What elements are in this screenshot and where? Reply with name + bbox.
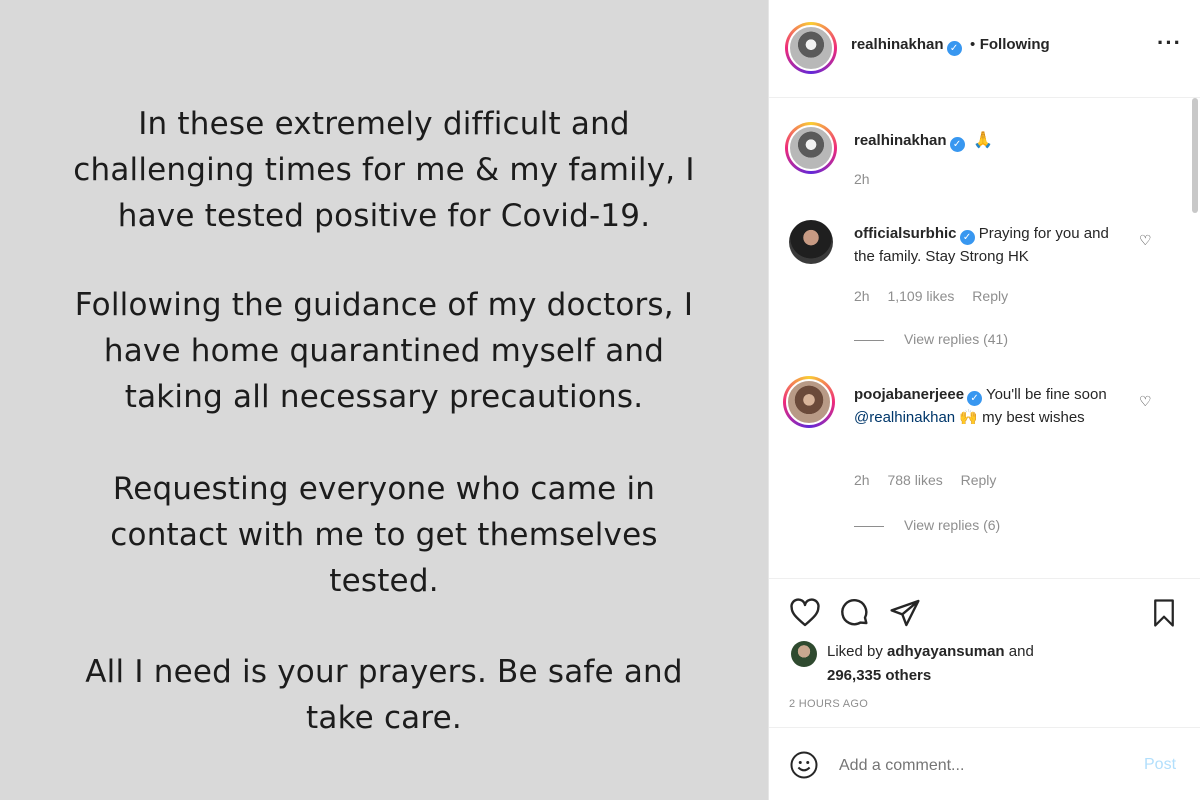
caption-text: 🙏: [973, 132, 993, 149]
comment-likes[interactable]: 1,109 likes: [887, 288, 954, 304]
post-comment-button[interactable]: Post: [1144, 756, 1176, 774]
post-text-paragraph-2: Following the guidance of my doctors, I …: [74, 287, 694, 415]
post-actions: Liked by adhyayansuman and 296,335 other…: [769, 578, 1200, 726]
liked-by-others-link[interactable]: 296,335 others: [827, 667, 931, 684]
verified-badge-icon: ✓: [946, 41, 962, 56]
post-image[interactable]: In these extremely difficult and challen…: [0, 0, 768, 800]
comment-mention-link[interactable]: @realhinakhan: [854, 409, 955, 426]
comment-avatar[interactable]: [783, 376, 835, 428]
comment-input[interactable]: [839, 752, 1129, 780]
bookmark-icon[interactable]: [1149, 597, 1179, 629]
verified-badge-icon: ✓: [949, 137, 965, 152]
caption-username[interactable]: realhinakhan: [854, 132, 947, 149]
more-options-icon[interactable]: ···: [1157, 30, 1182, 56]
comment-composer: Post: [769, 727, 1200, 800]
caption-line: realhinakhan ✓ 🙏: [854, 130, 993, 152]
comment-text-before: You'll be fine soon: [985, 386, 1107, 403]
comment-like-heart-icon[interactable]: ♡: [1139, 393, 1152, 410]
post-timestamp[interactable]: 2 HOURS AGO: [789, 698, 868, 710]
caption-avatar[interactable]: [785, 122, 837, 174]
comment-time[interactable]: 2h: [854, 472, 870, 488]
header-separator: •: [970, 36, 976, 53]
comment-username[interactable]: poojabanerjeee: [854, 386, 964, 403]
post-text-paragraph-4: All I need is your prayers. Be safe and …: [85, 654, 683, 736]
comment-reply-button[interactable]: Reply: [972, 288, 1008, 304]
verified-badge-icon: ✓: [959, 230, 975, 245]
likes-middle: and: [1004, 643, 1034, 660]
view-replies-label: View replies (6): [904, 517, 1001, 533]
comment-meta: 2h 1,109 likes Reply: [854, 288, 1022, 304]
comment-likes[interactable]: 788 likes: [887, 472, 942, 488]
post-text-paragraph-3: Requesting everyone who came in contact …: [110, 471, 658, 599]
comment-avatar[interactable]: [789, 220, 833, 264]
post-text-paragraph-1: In these extremely difficult and challen…: [73, 106, 695, 234]
comment-text-after: 🙌 my best wishes: [955, 409, 1085, 426]
likes-prefix: Liked by: [827, 643, 888, 660]
comment-body: poojabanerjeee ✓ You'll be fine soon @rea…: [854, 383, 1124, 429]
liked-by-avatar[interactable]: [791, 641, 817, 667]
post-header: realhinakhan ✓ • Following ···: [769, 0, 1200, 98]
comments-scrollbar[interactable]: [1192, 98, 1198, 213]
comment-meta: 2h 788 likes Reply: [854, 472, 1010, 488]
view-replies-label: View replies (41): [904, 331, 1009, 347]
liked-by-user-link[interactable]: adhyayansuman: [887, 643, 1005, 660]
caption-time[interactable]: 2h: [854, 171, 870, 187]
comment-reply-button[interactable]: Reply: [961, 472, 997, 488]
verified-badge-icon: ✓: [967, 391, 983, 406]
comment-like-heart-icon[interactable]: ♡: [1139, 232, 1152, 249]
header-username[interactable]: realhinakhan: [851, 36, 944, 53]
view-replies-button[interactable]: View replies (6): [854, 517, 1000, 533]
heart-icon[interactable]: [789, 597, 821, 629]
header-user-line: realhinakhan ✓ • Following: [851, 36, 1050, 56]
post-sidebar: realhinakhan ✓ • Following ··· realhinakh…: [768, 0, 1200, 800]
smiley-icon[interactable]: [789, 750, 819, 780]
author-avatar[interactable]: [785, 22, 837, 74]
paper-plane-icon[interactable]: [889, 597, 921, 629]
view-replies-button[interactable]: View replies (41): [854, 331, 1008, 347]
likes-summary: Liked by adhyayansuman and 296,335 other…: [827, 640, 1127, 688]
comment-time[interactable]: 2h: [854, 288, 870, 304]
comment-username[interactable]: officialsurbhic: [854, 225, 957, 242]
following-button[interactable]: Following: [980, 36, 1050, 53]
comment-body: officialsurbhic ✓ Praying for you and the…: [854, 222, 1124, 268]
comment-icon[interactable]: [839, 597, 871, 629]
